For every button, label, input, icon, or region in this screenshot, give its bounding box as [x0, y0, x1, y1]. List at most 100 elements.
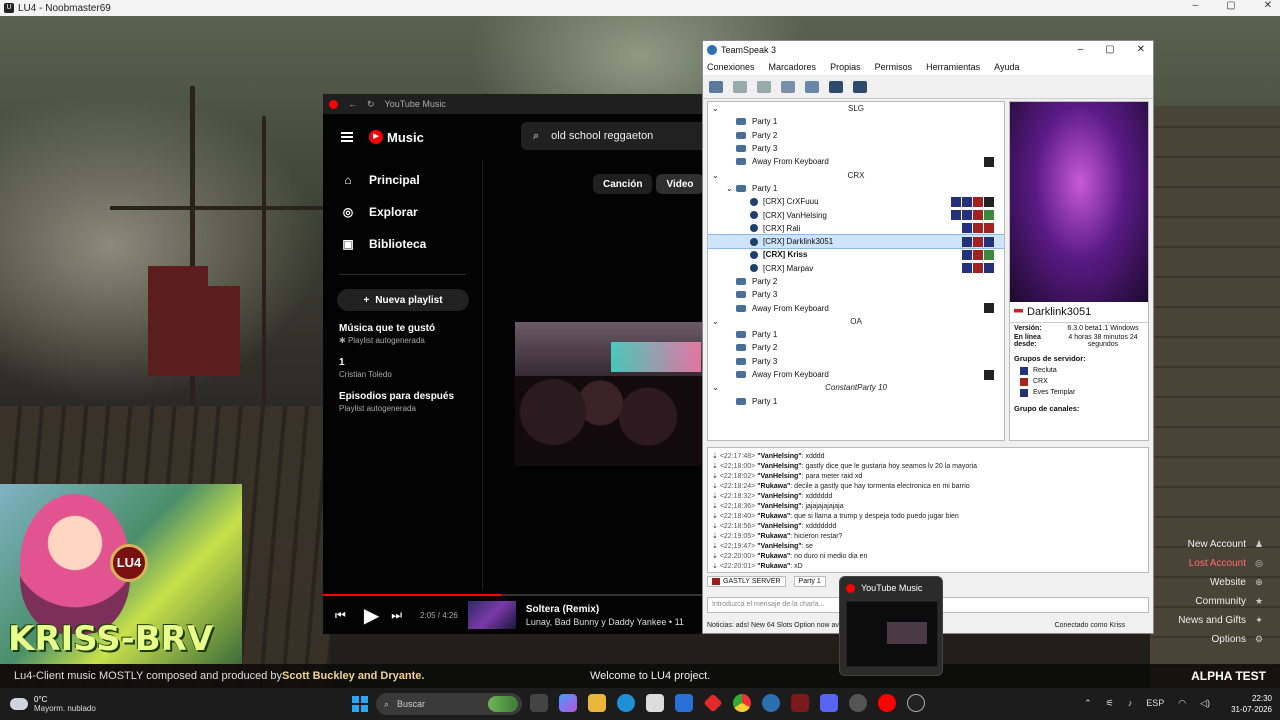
previous-icon[interactable]: ⏮	[335, 608, 346, 623]
chevron-down-icon[interactable]: ⌄	[712, 383, 719, 392]
channel-spacer[interactable]: ⌄ ConstantParty 10	[708, 381, 1004, 394]
close-button[interactable]: ✕	[1264, 0, 1272, 11]
ytm-logo[interactable]: ▶ Music	[369, 130, 424, 145]
weather-widget[interactable]: 0°C Mayorm. nublado	[0, 695, 96, 713]
chevron-down-icon[interactable]: ⌄	[712, 171, 719, 180]
tab-channel[interactable]: Party 1	[793, 575, 826, 587]
microphone-icon[interactable]: ♪	[1128, 698, 1133, 709]
nav-explorar[interactable]: ◎ Explorar	[323, 196, 482, 228]
chat-bubble-icon[interactable]	[805, 80, 819, 93]
channel-spacer[interactable]: ⌄ CRX	[708, 168, 1004, 181]
group-badge-icon	[973, 236, 983, 247]
client-row[interactable]: [CRX] Marpav	[708, 262, 1004, 275]
task-view-icon[interactable]	[530, 694, 548, 712]
chevron-down-icon[interactable]: ⌄	[726, 184, 733, 193]
search-input[interactable]: ⌕ old school reggaeton	[521, 122, 703, 150]
edge-icon[interactable]	[617, 694, 635, 712]
website-link[interactable]: Website ⊕	[1210, 576, 1264, 589]
windows-start-icon[interactable]	[352, 696, 368, 712]
song-title[interactable]: Soltera (Remix)	[526, 604, 684, 615]
nav-biblioteca[interactable]: ▣ Biblioteca	[323, 228, 482, 260]
lu4-taskbar-icon[interactable]	[907, 694, 925, 712]
menu-ayuda[interactable]: Ayuda	[994, 62, 1019, 72]
store-icon[interactable]	[646, 694, 664, 712]
tab-server[interactable]: GASTLY SERVER	[707, 575, 786, 587]
client-row[interactable]: [CRX] VanHelsing	[708, 208, 1004, 221]
new-playlist-button[interactable]: + Nueva playlist	[337, 289, 469, 311]
menu-permisos[interactable]: Permisos	[875, 62, 913, 72]
menu-conexiones[interactable]: Conexiones	[707, 62, 755, 72]
minimize-button[interactable]: –	[1193, 0, 1199, 11]
wifi-icon[interactable]: ◠	[1178, 698, 1186, 709]
chrome-icon[interactable]	[733, 694, 751, 712]
file-explorer-icon[interactable]	[588, 694, 606, 712]
teamspeak-taskbar-icon[interactable]	[762, 694, 780, 712]
taskbar-clock[interactable]: 22:30 31-07-2026	[1231, 693, 1272, 715]
channel-spacer[interactable]: ⌄ SLG	[708, 102, 1004, 115]
channel-row[interactable]: Party 3	[708, 142, 1004, 155]
channel-row[interactable]: Party 1	[708, 395, 1004, 408]
discord-icon[interactable]	[820, 694, 838, 712]
back-icon[interactable]: ←	[348, 99, 357, 109]
channel-row[interactable]: Party 2	[708, 129, 1004, 142]
chevron-up-icon[interactable]: ⌃	[1084, 698, 1092, 709]
client-row[interactable]: [CRX] Kriss	[708, 248, 1004, 261]
channel-row[interactable]: Party 2	[708, 341, 1004, 354]
client-row[interactable]: [CRX] Rali	[708, 222, 1004, 235]
channel-row[interactable]: Party 1	[708, 115, 1004, 128]
ts-minimize-button[interactable]: –	[1078, 44, 1084, 55]
taskbar-search[interactable]: ⌕ Buscar	[376, 693, 522, 715]
ts-maximize-button[interactable]: ▢	[1105, 44, 1114, 55]
connect-icon[interactable]	[709, 80, 723, 93]
client-row[interactable]: [CRX] CrXFuuu	[708, 195, 1004, 208]
next-icon[interactable]: ⏭	[391, 608, 402, 623]
contacts-icon[interactable]	[829, 80, 843, 93]
volume-icon[interactable]: ◁)	[1200, 698, 1210, 709]
new-account-link[interactable]: New Account ♟	[1188, 538, 1264, 551]
chevron-down-icon[interactable]: ⌄	[712, 104, 719, 113]
channel-row[interactable]: Party 1	[708, 328, 1004, 341]
mute-speakers-icon[interactable]	[781, 80, 795, 93]
reload-icon[interactable]: ↻	[367, 99, 375, 110]
channel-row[interactable]: Away From Keyboard	[708, 301, 1004, 314]
playlist-item[interactable]: Música que te gustó ✱ Playlist autogener…	[323, 323, 482, 345]
channel-row[interactable]: Party 3	[708, 355, 1004, 368]
news-and-gifts-link[interactable]: News and Gifts ✦	[1178, 614, 1264, 627]
community-link[interactable]: Community ★	[1195, 595, 1264, 608]
channel-row[interactable]: Party 2	[708, 275, 1004, 288]
channel-row[interactable]: ⌄ Party 1	[708, 182, 1004, 195]
nav-principal[interactable]: ⌂ Principal	[323, 164, 482, 196]
disconnect-icon[interactable]	[733, 80, 747, 93]
channel-spacer[interactable]: ⌄ OA	[708, 315, 1004, 328]
dropbox-icon[interactable]	[675, 694, 693, 712]
language-indicator[interactable]: ESP	[1146, 698, 1164, 709]
settings-app-icon[interactable]	[849, 694, 867, 712]
chevron-down-icon[interactable]: ⌄	[712, 317, 719, 326]
video-player[interactable]	[515, 322, 703, 466]
network-icon[interactable]: ⚟	[1106, 698, 1114, 709]
channel-row[interactable]: Party 3	[708, 288, 1004, 301]
menu-propias[interactable]: Propias	[830, 62, 861, 72]
channel-row[interactable]: Away From Keyboard	[708, 155, 1004, 168]
menu-marcadores[interactable]: Marcadores	[769, 62, 817, 72]
menu-herramientas[interactable]: Herramientas	[926, 62, 980, 72]
play-icon[interactable]: ▶	[364, 603, 379, 628]
channel-row[interactable]: Away From Keyboard	[708, 368, 1004, 381]
lost-account-link[interactable]: Lost Account ◎	[1189, 557, 1264, 570]
playlist-item[interactable]: Episodios para después Playlist autogene…	[323, 391, 482, 413]
game-app-icon[interactable]	[791, 694, 809, 712]
red-app-icon[interactable]	[703, 693, 723, 713]
menu-icon[interactable]	[341, 132, 353, 142]
chip-cancion[interactable]: Canción	[593, 174, 653, 194]
youtube-music-taskbar-icon[interactable]	[878, 694, 896, 712]
maximize-button[interactable]: ▢	[1226, 0, 1235, 11]
client-row[interactable]: [CRX] Darklink3051	[708, 233, 1004, 250]
options-link[interactable]: Options ⚙	[1212, 633, 1264, 646]
ts-close-button[interactable]: ✕	[1137, 44, 1145, 55]
copilot-icon[interactable]	[559, 694, 577, 712]
chip-video[interactable]: Video	[656, 174, 703, 194]
whisper-icon[interactable]	[853, 80, 867, 93]
away-icon[interactable]	[757, 80, 771, 93]
taskbar-preview-youtube-music[interactable]: YouTube Music	[839, 576, 943, 676]
playlist-item[interactable]: 1 Cristian Toledo	[323, 357, 482, 379]
